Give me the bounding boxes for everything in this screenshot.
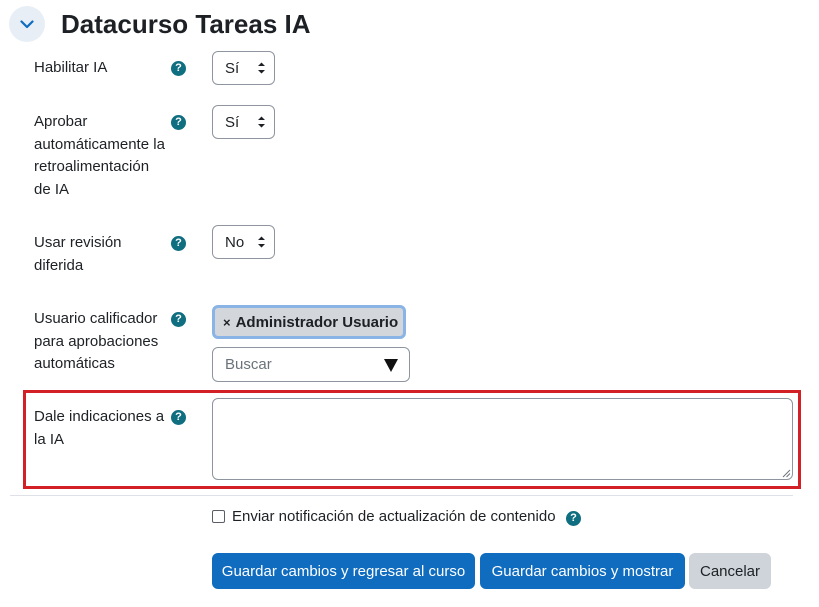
- cancel-button[interactable]: Cancelar: [689, 553, 771, 589]
- chevron-down-icon: [20, 19, 34, 28]
- divider: [10, 495, 793, 496]
- help-icon[interactable]: ?: [566, 511, 581, 526]
- ai-instructions-textarea[interactable]: [212, 398, 793, 480]
- help-icon[interactable]: ?: [171, 410, 186, 425]
- chip-remove-icon[interactable]: ×: [223, 315, 231, 330]
- enable-ai-label: Habilitar IA: [34, 59, 108, 76]
- deferred-review-label: Usar revisión diferida: [34, 234, 122, 274]
- deferred-review-select[interactable]: No: [212, 225, 275, 259]
- notify-checkbox[interactable]: [212, 510, 225, 523]
- select-arrows-icon: [258, 62, 265, 74]
- deferred-review-select-value: No: [225, 233, 245, 251]
- save-and-display-button[interactable]: Guardar cambios y mostrar: [480, 553, 685, 589]
- resize-grip-icon[interactable]: [782, 469, 791, 478]
- help-icon[interactable]: ?: [171, 61, 186, 76]
- help-icon[interactable]: ?: [171, 312, 186, 327]
- enable-ai-select[interactable]: Sí: [212, 51, 275, 85]
- dropdown-arrow-icon[interactable]: [384, 359, 398, 372]
- save-and-return-button[interactable]: Guardar cambios y regresar al curso: [212, 553, 475, 589]
- help-icon[interactable]: ?: [171, 236, 186, 251]
- notify-checkbox-label[interactable]: Enviar notificación de actualización de …: [232, 507, 556, 527]
- select-arrows-icon: [258, 236, 265, 248]
- help-icon[interactable]: ?: [171, 115, 186, 130]
- chip-label: Administrador Usuario: [235, 313, 399, 331]
- user-search-box: [212, 347, 410, 382]
- enable-ai-select-value: Sí: [225, 59, 240, 77]
- section-title: Datacurso Tareas IA: [61, 9, 311, 39]
- grader-user-label: Usuario calificador para aprobaciones au…: [34, 310, 159, 372]
- user-search-input[interactable]: [225, 356, 375, 373]
- select-arrows-icon: [258, 116, 265, 128]
- ai-instructions-label: Dale indicaciones a la IA: [34, 408, 165, 448]
- auto-approve-select[interactable]: Sí: [212, 105, 275, 139]
- auto-approve-label: Aprobar automáticamente la retroalimenta…: [34, 113, 165, 198]
- selected-user-chip[interactable]: × Administrador Usuario: [212, 305, 406, 339]
- settings-form: Datacurso Tareas IA Habilitar IA ? Sí Ap…: [0, 0, 819, 607]
- auto-approve-select-value: Sí: [225, 113, 240, 131]
- collapse-section-button[interactable]: [9, 6, 45, 42]
